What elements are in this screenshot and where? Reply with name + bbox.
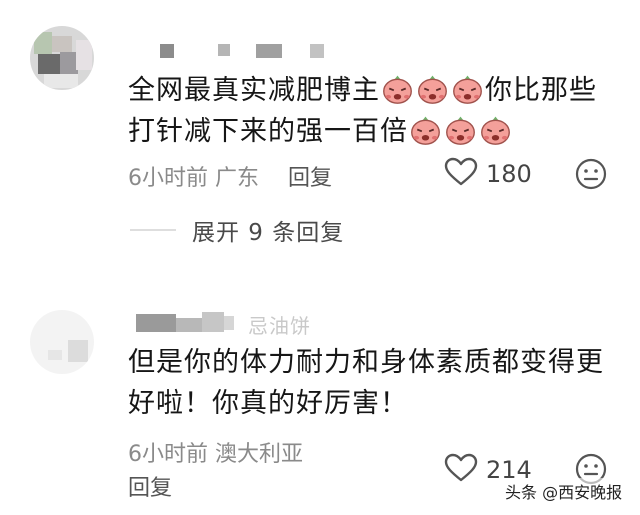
comment-text: 全网最真实减肥博主 你比那些 打针减下来的强一百倍	[128, 70, 608, 152]
username-text: 忌油饼	[248, 314, 311, 338]
heart-icon	[444, 157, 478, 191]
comment-meta: 6小时前 澳大利亚	[128, 436, 303, 468]
location: 澳大利亚	[215, 442, 304, 467]
timestamp: 6小时前	[128, 442, 208, 467]
avatar[interactable]	[30, 26, 94, 90]
avatar[interactable]	[30, 310, 94, 374]
like-button[interactable]: 180	[444, 157, 532, 191]
crying-peach-emoji-icon	[409, 113, 442, 146]
watermark: 头条 @西安晚报	[502, 478, 626, 504]
username[interactable]	[130, 42, 330, 64]
dislike-button[interactable]	[574, 157, 608, 195]
expand-replies-button[interactable]: 展开 9 条回复	[130, 213, 344, 247]
divider	[130, 229, 176, 231]
crying-peach-emoji-icon	[381, 72, 414, 105]
crying-peach-emoji-icon	[479, 113, 512, 146]
reply-button[interactable]: 回复	[128, 470, 172, 502]
crying-peach-emoji-icon	[416, 72, 449, 105]
timestamp: 6小时前	[128, 166, 208, 191]
neutral-face-icon	[574, 158, 608, 195]
heart-icon	[444, 453, 478, 487]
comment-meta: 6小时前 广东 回复	[128, 160, 332, 192]
crying-peach-emoji-icon	[444, 113, 477, 146]
username[interactable]: 忌油饼	[130, 312, 370, 338]
crying-peach-emoji-icon	[451, 72, 484, 105]
reply-button[interactable]: 回复	[288, 166, 332, 191]
expand-replies-label: 展开 9 条回复	[192, 220, 345, 246]
like-count: 180	[486, 160, 532, 188]
location: 广东	[215, 166, 260, 191]
comment-text: 但是你的体力耐力和身体素质都变得更 好啦！你真的好厉害！	[128, 347, 604, 419]
